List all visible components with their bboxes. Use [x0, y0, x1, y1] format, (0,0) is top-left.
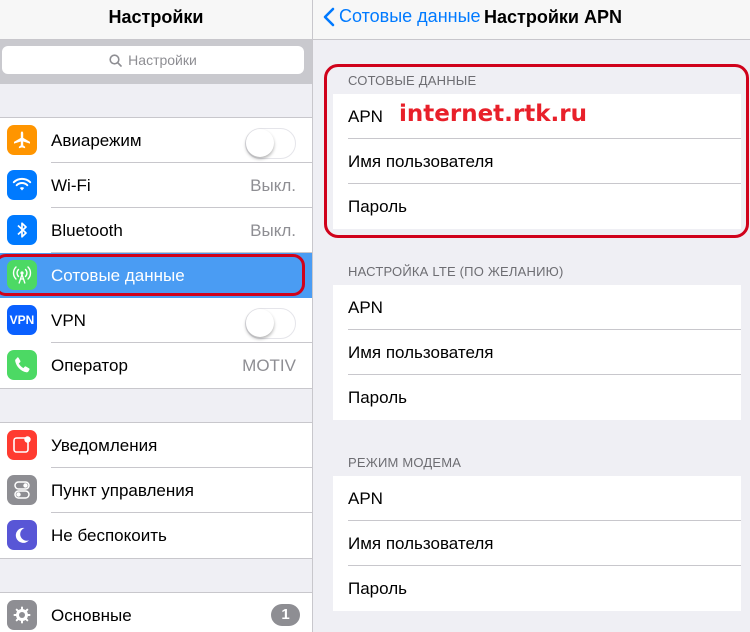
sidebar-item-notifications[interactable]: Уведомления — [0, 423, 312, 468]
sidebar-item-airplane[interactable]: Авиарежим — [0, 118, 312, 163]
section-cellular-data: APN internet.rtk.ru Имя пользователя Пар… — [333, 94, 741, 229]
sidebar-item-general[interactable]: Основные 1 — [0, 593, 312, 632]
sidebar-item-bluetooth[interactable]: Bluetooth Выкл. — [0, 208, 312, 253]
sidebar-item-control-center[interactable]: Пункт управления — [0, 468, 312, 513]
search-icon — [109, 53, 122, 67]
hotspot-apn-row[interactable]: APN — [333, 476, 741, 521]
password-field[interactable] — [478, 192, 729, 222]
sidebar-item-wifi[interactable]: Wi-Fi Выкл. — [0, 163, 312, 208]
sidebar-title: Настройки — [108, 7, 204, 27]
sidebar-item-label: Уведомления — [51, 436, 158, 455]
cellular-antenna-icon — [7, 260, 37, 290]
vpn-icon-text: VPN — [9, 313, 35, 327]
page-title: Настройки APN — [484, 7, 622, 27]
hotspot-password-field[interactable] — [478, 574, 729, 604]
search-input[interactable]: Настройки — [2, 46, 304, 74]
bluetooth-icon — [7, 215, 37, 245]
hotspot-username-field[interactable] — [478, 529, 729, 559]
section-header-cellular-data: СОТОВЫЕ ДАННЫЕ — [348, 73, 477, 88]
sidebar-item-label: Bluetooth — [51, 221, 123, 240]
username-label: Имя пользователя — [348, 152, 494, 171]
lte-username-row[interactable]: Имя пользователя — [333, 330, 741, 375]
gear-icon — [7, 600, 37, 630]
sidebar-item-do-not-disturb[interactable]: Не беспокоить — [0, 513, 312, 558]
lte-username-label: Имя пользователя — [348, 343, 494, 362]
hotspot-password-label: Пароль — [348, 579, 407, 598]
sidebar-header: Настройки — [0, 0, 312, 40]
wifi-icon — [7, 170, 37, 200]
toggle-knob — [246, 309, 274, 337]
phone-icon — [7, 350, 37, 380]
sidebar-item-label: Основные — [51, 606, 132, 625]
apn-value-annotation: internet.rtk.ru — [399, 101, 587, 127]
notifications-icon — [7, 430, 37, 460]
lte-password-field[interactable] — [478, 383, 729, 413]
hotspot-apn-field[interactable] — [478, 484, 729, 514]
hotspot-username-label: Имя пользователя — [348, 534, 494, 553]
username-field[interactable] — [478, 147, 729, 177]
update-badge: 1 — [271, 604, 300, 626]
moon-icon — [7, 520, 37, 550]
password-row[interactable]: Пароль — [333, 184, 741, 229]
sidebar-item-label: Оператор — [51, 356, 128, 375]
apn-label: APN — [348, 107, 383, 126]
carrier-value: MOTIV — [242, 356, 296, 375]
settings-group-notifications: Уведомления Пункт управления Не беспокои… — [0, 422, 312, 559]
airplane-mode-toggle[interactable] — [245, 128, 296, 159]
vpn-toggle[interactable] — [245, 308, 296, 339]
sidebar-item-carrier[interactable]: Оператор MOTIV — [0, 343, 312, 388]
sidebar-item-vpn[interactable]: VPN VPN — [0, 298, 312, 343]
sidebar-item-label: VPN — [51, 311, 86, 330]
hotspot-password-row[interactable]: Пароль — [333, 566, 741, 611]
vpn-icon: VPN — [7, 305, 37, 335]
password-label: Пароль — [348, 197, 407, 216]
lte-password-row[interactable]: Пароль — [333, 375, 741, 420]
apn-settings-panel: Сотовые данные Настройки APN СОТОВЫЕ ДАН… — [313, 0, 750, 632]
apn-row[interactable]: APN internet.rtk.ru — [333, 94, 741, 139]
settings-group-general: Основные 1 — [0, 592, 312, 632]
wifi-status: Выкл. — [250, 176, 296, 195]
hotspot-apn-label: APN — [348, 489, 383, 508]
username-row[interactable]: Имя пользователя — [333, 139, 741, 184]
sidebar-item-label: Пункт управления — [51, 481, 194, 500]
sidebar-item-label: Не беспокоить — [51, 526, 167, 545]
lte-username-field[interactable] — [478, 338, 729, 368]
sidebar-item-cellular[interactable]: Сотовые данные — [0, 253, 312, 298]
section-header-hotspot: РЕЖИМ МОДЕМА — [348, 455, 462, 470]
section-hotspot: APN Имя пользователя Пароль — [333, 476, 741, 611]
control-center-icon — [7, 475, 37, 505]
back-button-label: Сотовые данные — [339, 6, 481, 26]
section-lte: APN Имя пользователя Пароль — [333, 285, 741, 420]
search-placeholder: Настройки — [128, 52, 197, 68]
bluetooth-status: Выкл. — [250, 221, 296, 240]
hotspot-username-row[interactable]: Имя пользователя — [333, 521, 741, 566]
sidebar-item-label: Сотовые данные — [51, 266, 185, 285]
section-header-lte: НАСТРОЙКА LTE (ПО ЖЕЛАНИЮ) — [348, 264, 564, 279]
lte-apn-field[interactable] — [478, 293, 729, 323]
sidebar-item-label: Wi-Fi — [51, 176, 91, 195]
search-bar: Настройки — [0, 40, 312, 84]
lte-apn-label: APN — [348, 298, 383, 317]
airplane-icon — [7, 125, 37, 155]
settings-sidebar: Настройки Настройки Авиарежим Wi-Fi Выкл… — [0, 0, 312, 632]
detail-header: Сотовые данные Настройки APN — [313, 0, 750, 40]
settings-group-connectivity: Авиарежим Wi-Fi Выкл. Bluetooth Выкл. Со… — [0, 117, 312, 389]
lte-apn-row[interactable]: APN — [333, 285, 741, 330]
lte-password-label: Пароль — [348, 388, 407, 407]
chevron-left-icon — [323, 7, 335, 26]
back-button[interactable]: Сотовые данные — [323, 6, 481, 27]
toggle-knob — [246, 129, 274, 157]
sidebar-item-label: Авиарежим — [51, 131, 142, 150]
